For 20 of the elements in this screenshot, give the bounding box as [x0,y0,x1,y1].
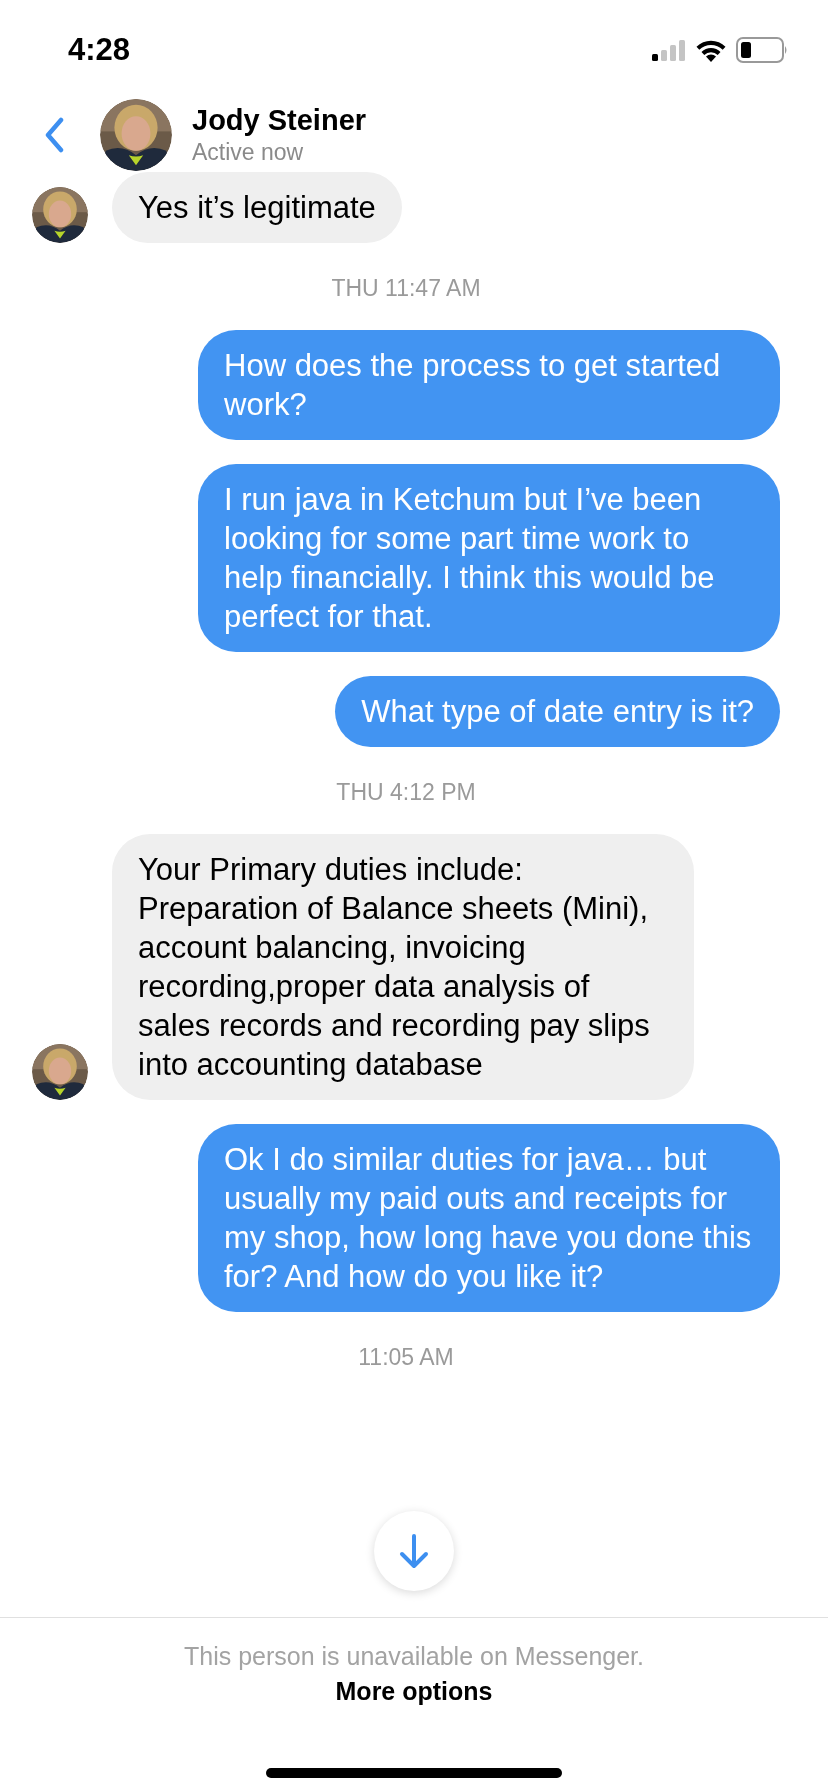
status-time: 4:28 [68,32,131,68]
sent-message: Ok I do similar duties for java… but usually my paid outs and receipts for my shop, how long have you done this for? And how do you like it? [198,1124,780,1312]
more-options-link[interactable]: More options [335,1677,493,1706]
battery-icon [736,37,788,63]
timestamp: THU 4:12 PM [336,779,476,806]
back-icon[interactable] [44,117,64,153]
received-message: Your Primary duties include: Preparation of Balance sheets (Mini), account balancing, invoicing recording,proper data analysis of sales records and recording pay slips into accounting database [112,834,694,1100]
sent-message: What type of date entry is it? [335,676,780,747]
scroll-down-button[interactable] [374,1511,454,1591]
arrow-down-icon [398,1533,430,1569]
sent-message: I run java in Ketchum but I’ve been looking for some part time work to help financially. I think this would be perfect for that. [198,464,780,652]
timestamp: THU 11:47 AM [331,275,481,302]
active-status: Active now [192,139,305,166]
sent-message: How does the process to get started work? [198,330,780,440]
received-message: Yes it’s legitimate [112,172,402,243]
unavailable-notice: This person is unavailable on Messenger. [184,1642,644,1671]
contact-name: Jody Steiner [192,104,367,137]
wifi-icon [695,38,727,62]
signal-icon [652,39,686,61]
timestamp: 11:05 AM [358,1344,454,1371]
